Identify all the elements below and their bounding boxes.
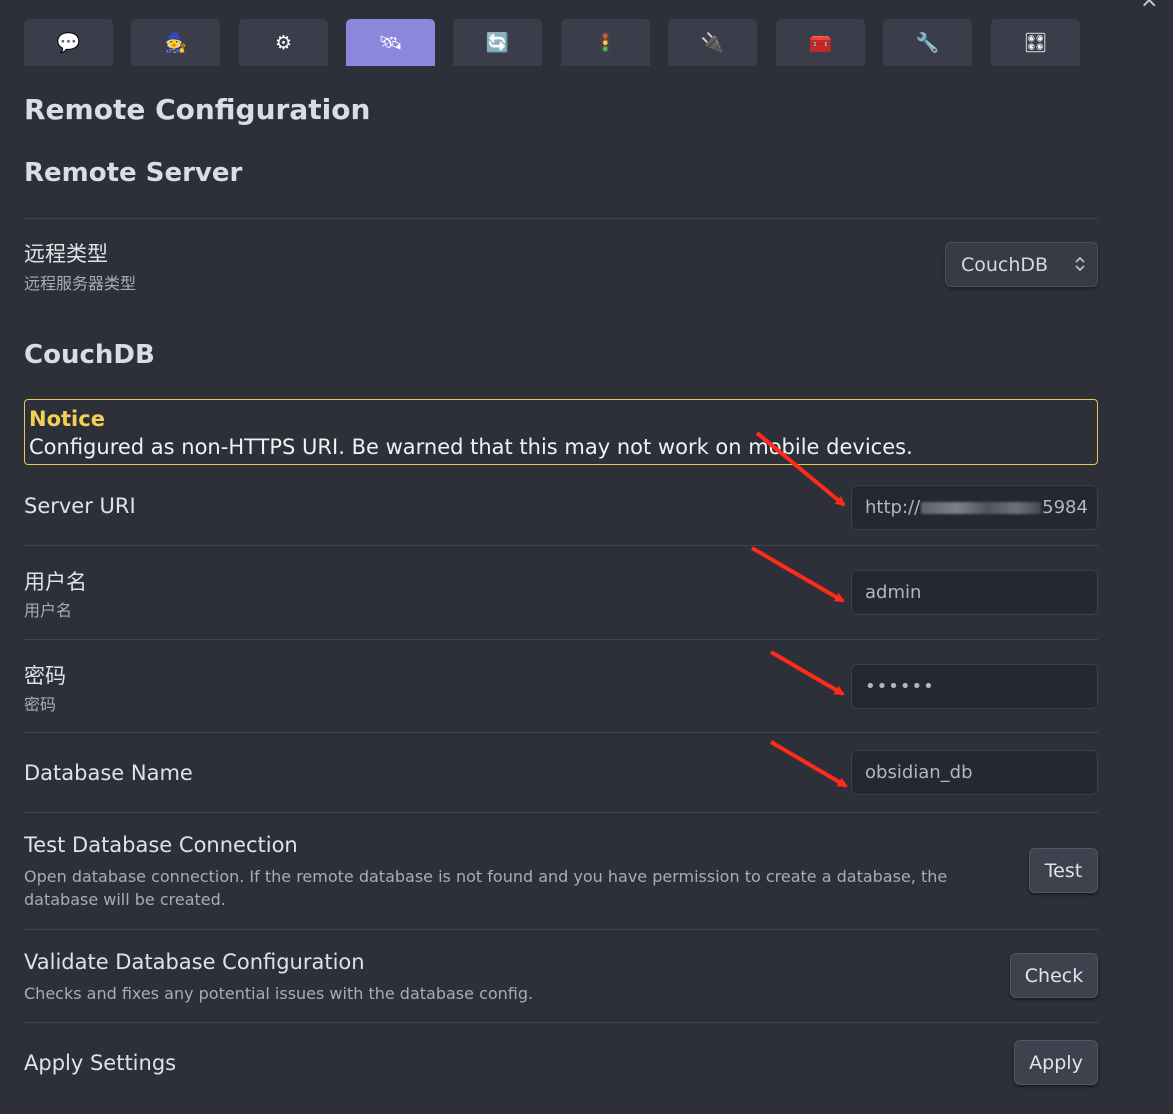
test-connection-label: Test Database Connection	[24, 833, 298, 857]
remote-server-heading: Remote Server	[24, 158, 243, 188]
check-button[interactable]: Check	[1010, 953, 1098, 998]
username-value: admin	[865, 582, 922, 603]
apply-settings-label: Apply Settings	[24, 1051, 177, 1075]
satellite-icon: 🛰	[378, 32, 403, 54]
username-input[interactable]: admin	[851, 570, 1098, 615]
test-button[interactable]: Test	[1029, 848, 1098, 893]
tab-setup-wizard[interactable]: 🧙	[131, 19, 220, 66]
apply-button[interactable]: Apply	[1014, 1040, 1098, 1085]
test-connection-description: Open database connection. If the remote …	[24, 867, 948, 909]
tab-sync[interactable]: 🔄	[453, 19, 542, 66]
close-icon[interactable]: ×	[1140, 0, 1158, 12]
server-uri-port: 5984	[1042, 497, 1088, 518]
password-input[interactable]: ••••••	[851, 664, 1098, 709]
password-description: 密码	[24, 695, 57, 714]
divider	[24, 639, 1098, 640]
arrow-to-database-name	[769, 740, 848, 788]
notice-text: Configured as non-HTTPS URI. Be warned t…	[29, 435, 913, 459]
arrow-to-username	[750, 546, 845, 603]
server-uri-label: Server URI	[24, 494, 136, 518]
traffic-light-icon: 🚦	[593, 32, 618, 54]
notice-title: Notice	[29, 407, 105, 431]
username-label: 用户名	[24, 570, 87, 594]
validate-config-label: Validate Database Configuration	[24, 950, 365, 974]
redacted-host	[921, 501, 1042, 514]
divider	[24, 929, 1098, 930]
divider	[24, 732, 1098, 733]
database-name-label: Database Name	[24, 761, 193, 785]
plug-icon: 🔌	[700, 32, 725, 54]
remote-type-description: 远程服务器类型	[24, 274, 137, 293]
notice-box: Notice Configured as non-HTTPS URI. Be w…	[24, 399, 1098, 465]
validate-config-description: Checks and fixes any potential issues wi…	[24, 984, 534, 1003]
speech-bubble-icon: 💬	[56, 32, 81, 54]
tab-maintenance[interactable]: 🔧	[883, 19, 972, 66]
divider	[24, 545, 1098, 546]
remote-type-label: 远程类型	[24, 242, 108, 266]
page-title: Remote Configuration	[24, 93, 371, 126]
tab-settings[interactable]: ⚙	[239, 19, 328, 66]
sync-icon: 🔄	[485, 32, 510, 54]
tab-advanced[interactable]: 🎛	[991, 19, 1080, 66]
arrow-to-password	[769, 650, 845, 696]
wrench-icon: 🔧	[915, 32, 940, 54]
tab-hatch[interactable]: 🧰	[776, 19, 865, 66]
server-uri-prefix: http://	[865, 497, 921, 518]
select-chevrons-icon	[1075, 256, 1085, 272]
divider	[24, 1022, 1098, 1023]
wizard-icon: 🧙	[163, 32, 188, 54]
password-label: 密码	[24, 664, 66, 688]
divider	[24, 812, 1098, 813]
settings-page: × 💬 🧙 ⚙ 🛰 🔄 🚦 🔌 🧰 🔧 🎛 Remote Configurati…	[0, 0, 1173, 1114]
remote-type-value: CouchDB	[961, 253, 1049, 276]
username-description: 用户名	[24, 601, 73, 620]
tab-selector[interactable]: 🚦	[561, 19, 650, 66]
tab-general[interactable]: 💬	[24, 19, 113, 66]
control-knobs-icon: 🎛	[1023, 32, 1048, 54]
server-uri-input[interactable]: http:// 5984	[851, 485, 1098, 530]
password-masked-value: ••••••	[865, 676, 935, 697]
couchdb-heading: CouchDB	[24, 340, 155, 370]
database-name-value: obsidian_db	[865, 762, 973, 783]
gear-icon: ⚙	[274, 31, 293, 54]
divider	[24, 218, 1098, 219]
database-name-input[interactable]: obsidian_db	[851, 750, 1098, 795]
tab-customization[interactable]: 🔌	[668, 19, 757, 66]
tab-remote-configuration[interactable]: 🛰	[346, 19, 435, 66]
remote-type-select[interactable]: CouchDB	[945, 242, 1098, 287]
toolbox-icon: 🧰	[808, 32, 833, 54]
